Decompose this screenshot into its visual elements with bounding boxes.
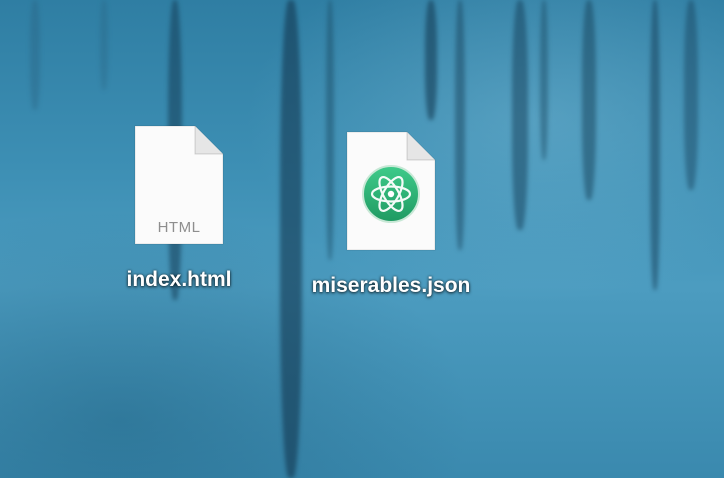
wallpaper-streak bbox=[650, 0, 660, 290]
wallpaper-streak bbox=[684, 0, 698, 190]
file-name-label[interactable]: index.html bbox=[126, 268, 231, 292]
file-type-label: HTML bbox=[157, 219, 201, 236]
atom-logo-icon bbox=[362, 165, 420, 223]
desktop-file-index-html[interactable]: HTML index.html bbox=[106, 124, 252, 292]
desktop-file-miserables-json[interactable]: miserables.json bbox=[290, 130, 492, 298]
wallpaper-streak bbox=[100, 0, 108, 90]
wallpaper-streak bbox=[582, 0, 596, 200]
html-document-icon: HTML bbox=[133, 124, 225, 246]
wallpaper-streak bbox=[540, 0, 548, 160]
atom-document-icon bbox=[345, 130, 437, 252]
wallpaper-streak bbox=[30, 0, 40, 110]
wallpaper-streak bbox=[425, 0, 437, 120]
wallpaper-streak bbox=[512, 0, 528, 230]
file-name-label[interactable]: miserables.json bbox=[312, 274, 471, 298]
desktop-wallpaper: HTML index.html miserables.json bbox=[0, 0, 724, 478]
